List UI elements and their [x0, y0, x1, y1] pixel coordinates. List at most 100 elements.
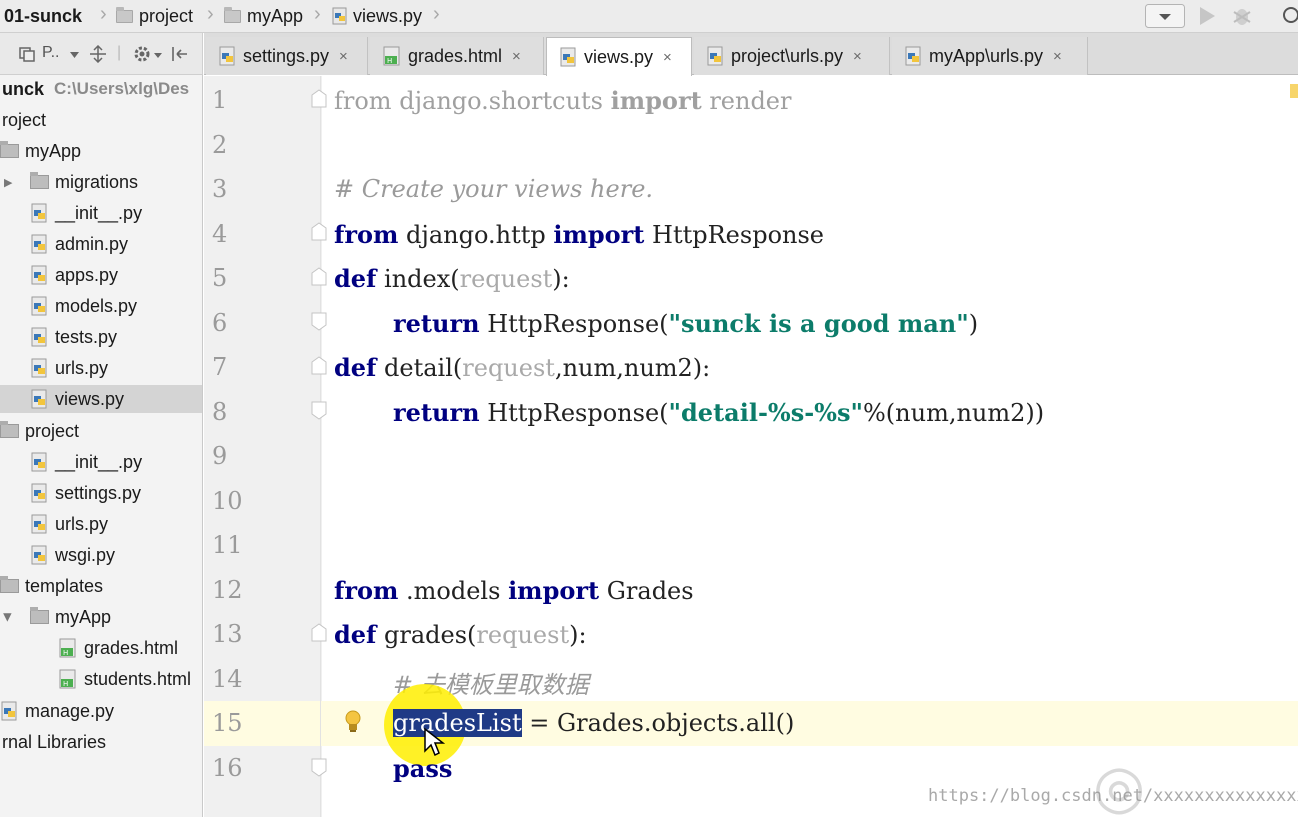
scroll-from-source-icon[interactable]: [89, 45, 107, 63]
python-file-icon: [219, 46, 235, 66]
lightbulb-icon[interactable]: [343, 709, 363, 735]
function-name: index: [384, 265, 451, 293]
tree-item-root[interactable]: unck C:\Users\xlg\Des: [0, 75, 202, 103]
tree-item-label: roject: [2, 109, 47, 130]
code-line-15[interactable]: gradesList = Grades.objects.all(): [393, 709, 794, 737]
run-config-dropdown[interactable]: [1145, 4, 1185, 28]
close-icon[interactable]: ×: [663, 49, 672, 66]
fold-end-icon[interactable]: [309, 310, 329, 332]
search-icon[interactable]: [1281, 4, 1298, 28]
tree-item-file[interactable]: H grades.html: [0, 634, 202, 662]
close-icon[interactable]: ×: [1053, 48, 1062, 65]
module-name: django.shortcuts: [399, 87, 603, 115]
parameter: request: [476, 621, 570, 649]
fold-icon[interactable]: [309, 88, 329, 110]
line-number: 5: [212, 264, 228, 292]
code-line-6[interactable]: return HttpResponse("sunck is a good man…: [393, 309, 978, 338]
tree-item-label: unck: [2, 78, 45, 99]
tree-item-migrations[interactable]: migrations: [0, 168, 202, 196]
tree-item-label: __init__.py: [55, 202, 143, 223]
code-line-12[interactable]: from .models import Grades: [334, 576, 694, 605]
python-file-icon: [560, 47, 576, 67]
breadcrumb-myapp[interactable]: myApp: [224, 4, 303, 28]
tree-item-file[interactable]: apps.py: [0, 261, 202, 289]
project-view-label[interactable]: P..: [42, 44, 60, 62]
code-line-5[interactable]: def index(request):: [334, 264, 570, 293]
project-view-icon[interactable]: [18, 45, 36, 63]
python-file-icon: [1, 701, 17, 721]
code-line-13[interactable]: def grades(request):: [334, 620, 587, 649]
tree-item-templates[interactable]: templates: [0, 572, 202, 600]
comment: # Create your views here.: [334, 175, 654, 203]
hide-panel-icon[interactable]: [170, 44, 190, 64]
code-line-3[interactable]: # Create your views here.: [334, 175, 653, 203]
fold-icon[interactable]: [309, 622, 329, 644]
tree-item-file[interactable]: settings.py: [0, 479, 202, 507]
keyword: import: [553, 220, 645, 249]
keyword: def: [334, 620, 377, 649]
python-file-icon: [31, 483, 47, 503]
close-icon[interactable]: ×: [512, 48, 521, 65]
identifier: HttpResponse: [652, 221, 824, 249]
code-line-1[interactable]: from django.shortcuts import render: [334, 86, 791, 115]
tab-project-urls-py[interactable]: project\urls.py ×: [694, 37, 890, 75]
tree-item-file[interactable]: urls.py: [0, 354, 202, 382]
breadcrumb-project[interactable]: project: [116, 4, 193, 28]
fold-icon[interactable]: [309, 221, 329, 243]
code-line-8[interactable]: return HttpResponse("detail-%s-%s"%(num,…: [393, 398, 1044, 427]
close-icon[interactable]: ×: [339, 48, 348, 65]
python-file-icon: [31, 358, 47, 378]
tree-item-label: myApp: [25, 140, 82, 161]
keyword: pass: [393, 754, 453, 783]
tree-item-file[interactable]: manage.py: [0, 697, 202, 725]
tab-settings-py[interactable]: settings.py ×: [206, 37, 368, 75]
tree-item-file[interactable]: __init__.py: [0, 199, 202, 227]
tree-item-external-libraries[interactable]: rnal Libraries: [0, 728, 202, 756]
punctuation: (: [450, 265, 460, 293]
watermark-logo: ◎: [1093, 753, 1146, 817]
tree-item-project[interactable]: roject: [0, 106, 202, 134]
chevron-down-icon[interactable]: [70, 52, 79, 58]
module-name: django.http: [406, 221, 546, 249]
tab-grades-html[interactable]: H grades.html ×: [370, 37, 544, 75]
gear-icon[interactable]: [132, 44, 152, 64]
code-line-4[interactable]: from django.http import HttpResponse: [334, 220, 824, 249]
svg-text:H: H: [63, 680, 68, 688]
tree-item-file[interactable]: __init__.py: [0, 448, 202, 476]
breadcrumb-views[interactable]: views.py: [332, 4, 422, 28]
code-line-7[interactable]: def detail(request,num,num2):: [334, 353, 710, 382]
tree-item-file-selected[interactable]: views.py: [0, 385, 202, 413]
fold-end-icon[interactable]: [309, 399, 329, 421]
code-line-16[interactable]: pass: [393, 754, 452, 783]
tree-item-file[interactable]: models.py: [0, 292, 202, 320]
folder-icon: [0, 141, 19, 158]
tree-item-templates-myapp[interactable]: myApp: [0, 603, 202, 631]
tree-item-label: templates: [25, 575, 104, 596]
breadcrumb-root[interactable]: 01-sunck: [4, 4, 82, 28]
close-icon[interactable]: ×: [853, 48, 862, 65]
python-file-icon: [31, 203, 47, 223]
tab-myapp-urls-py[interactable]: myApp\urls.py ×: [892, 37, 1088, 75]
warning-stripe-marker[interactable]: [1290, 84, 1298, 98]
tab-views-py[interactable]: views.py ×: [546, 37, 692, 76]
tree-item-project-folder[interactable]: project: [0, 417, 202, 445]
tab-label: project\urls.py: [731, 45, 844, 66]
selected-text: List: [476, 709, 522, 737]
chevron-down-icon[interactable]: [154, 53, 162, 58]
tree-item-file[interactable]: urls.py: [0, 510, 202, 538]
identifier: Grades: [606, 577, 694, 605]
run-icon[interactable]: [1196, 4, 1218, 28]
tree-item-label: urls.py: [55, 513, 109, 534]
tree-item-myapp[interactable]: myApp: [0, 137, 202, 165]
debug-icon[interactable]: [1230, 4, 1254, 28]
breadcrumb-separator: ›: [433, 3, 440, 25]
line-number: 11: [212, 531, 243, 559]
tree-item-file[interactable]: H students.html: [0, 665, 202, 693]
fold-icon[interactable]: [309, 355, 329, 377]
tree-item-file[interactable]: wsgi.py: [0, 541, 202, 569]
tree-item-file[interactable]: admin.py: [0, 230, 202, 258]
fold-end-icon[interactable]: [309, 756, 329, 778]
function-call: HttpResponse(: [487, 310, 669, 338]
fold-icon[interactable]: [309, 266, 329, 288]
tree-item-file[interactable]: tests.py: [0, 323, 202, 351]
